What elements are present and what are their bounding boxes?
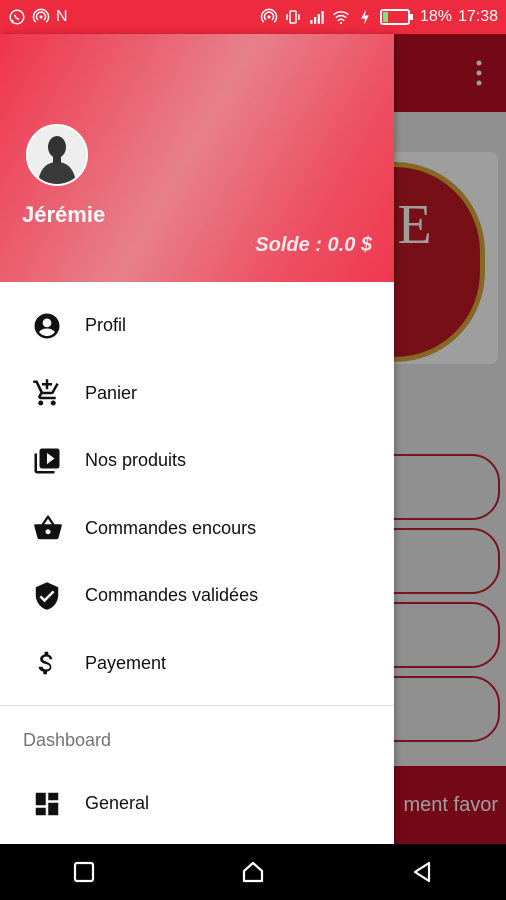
menu-item-label: Commandes encours — [85, 517, 257, 538]
status-bar: N 18% 17:38 — [0, 0, 506, 34]
system-nav-bar — [0, 844, 506, 900]
signal-icon — [308, 8, 326, 26]
back-button[interactable] — [402, 852, 442, 892]
vibrate-icon — [284, 8, 302, 26]
hotspot-icon — [260, 8, 278, 26]
menu-item-payement[interactable]: Payement — [0, 630, 394, 698]
wifi-icon — [332, 8, 350, 26]
menu-item-profil[interactable]: Profil — [0, 292, 394, 360]
home-button[interactable] — [233, 852, 273, 892]
battery-icon — [379, 8, 414, 26]
menu-item-label: Payement — [85, 652, 167, 673]
section-title-dashboard: Dashboard — [23, 730, 112, 750]
menu-item-panier[interactable]: Panier — [0, 360, 394, 428]
menu-item-label: General — [85, 793, 150, 814]
whatsapp-icon — [8, 8, 26, 26]
menu-item-general[interactable]: General — [0, 770, 394, 838]
navigation-drawer: Jérémie Solde : 0.0 $ Profil Panier Nos … — [0, 34, 394, 844]
drawer-menu: Profil Panier Nos produits Commandes enc… — [0, 282, 394, 697]
video-library-icon — [32, 446, 66, 476]
add-to-cart-icon — [32, 378, 66, 408]
menu-item-commandes-encours[interactable]: Commandes encours — [0, 495, 394, 563]
verified-shield-icon — [32, 581, 66, 611]
square-icon — [74, 861, 95, 883]
shopping-basket-icon — [32, 513, 66, 543]
user-name: Jérémie — [22, 202, 106, 227]
carrier-letter: N — [56, 8, 68, 25]
home-icon — [242, 861, 264, 883]
recents-button[interactable] — [64, 852, 104, 892]
menu-item-label: Panier — [85, 382, 138, 403]
drawer-header: Jérémie Solde : 0.0 $ — [0, 34, 394, 282]
dollar-icon — [32, 648, 66, 678]
battery-percent: 18% — [419, 8, 452, 25]
clock: 17:38 — [457, 8, 498, 25]
menu-item-nos-produits[interactable]: Nos produits — [0, 427, 394, 495]
hotspot-icon — [32, 8, 50, 26]
balance-label: Solde : 0.0 $ — [255, 234, 372, 256]
account-circle-icon — [32, 311, 66, 341]
back-triangle-icon — [413, 861, 430, 883]
avatar[interactable] — [26, 124, 88, 186]
menu-item-label: Profil — [85, 315, 127, 336]
menu-item-commandes-validees[interactable]: Commandes validées — [0, 562, 394, 630]
charging-icon — [356, 8, 374, 26]
dashboard-menu: General — [0, 770, 394, 838]
dashboard-icon — [32, 789, 66, 819]
menu-item-label: Nos produits — [85, 450, 187, 471]
user-silhouette-icon — [28, 126, 86, 184]
menu-item-label: Commandes validées — [85, 585, 259, 606]
